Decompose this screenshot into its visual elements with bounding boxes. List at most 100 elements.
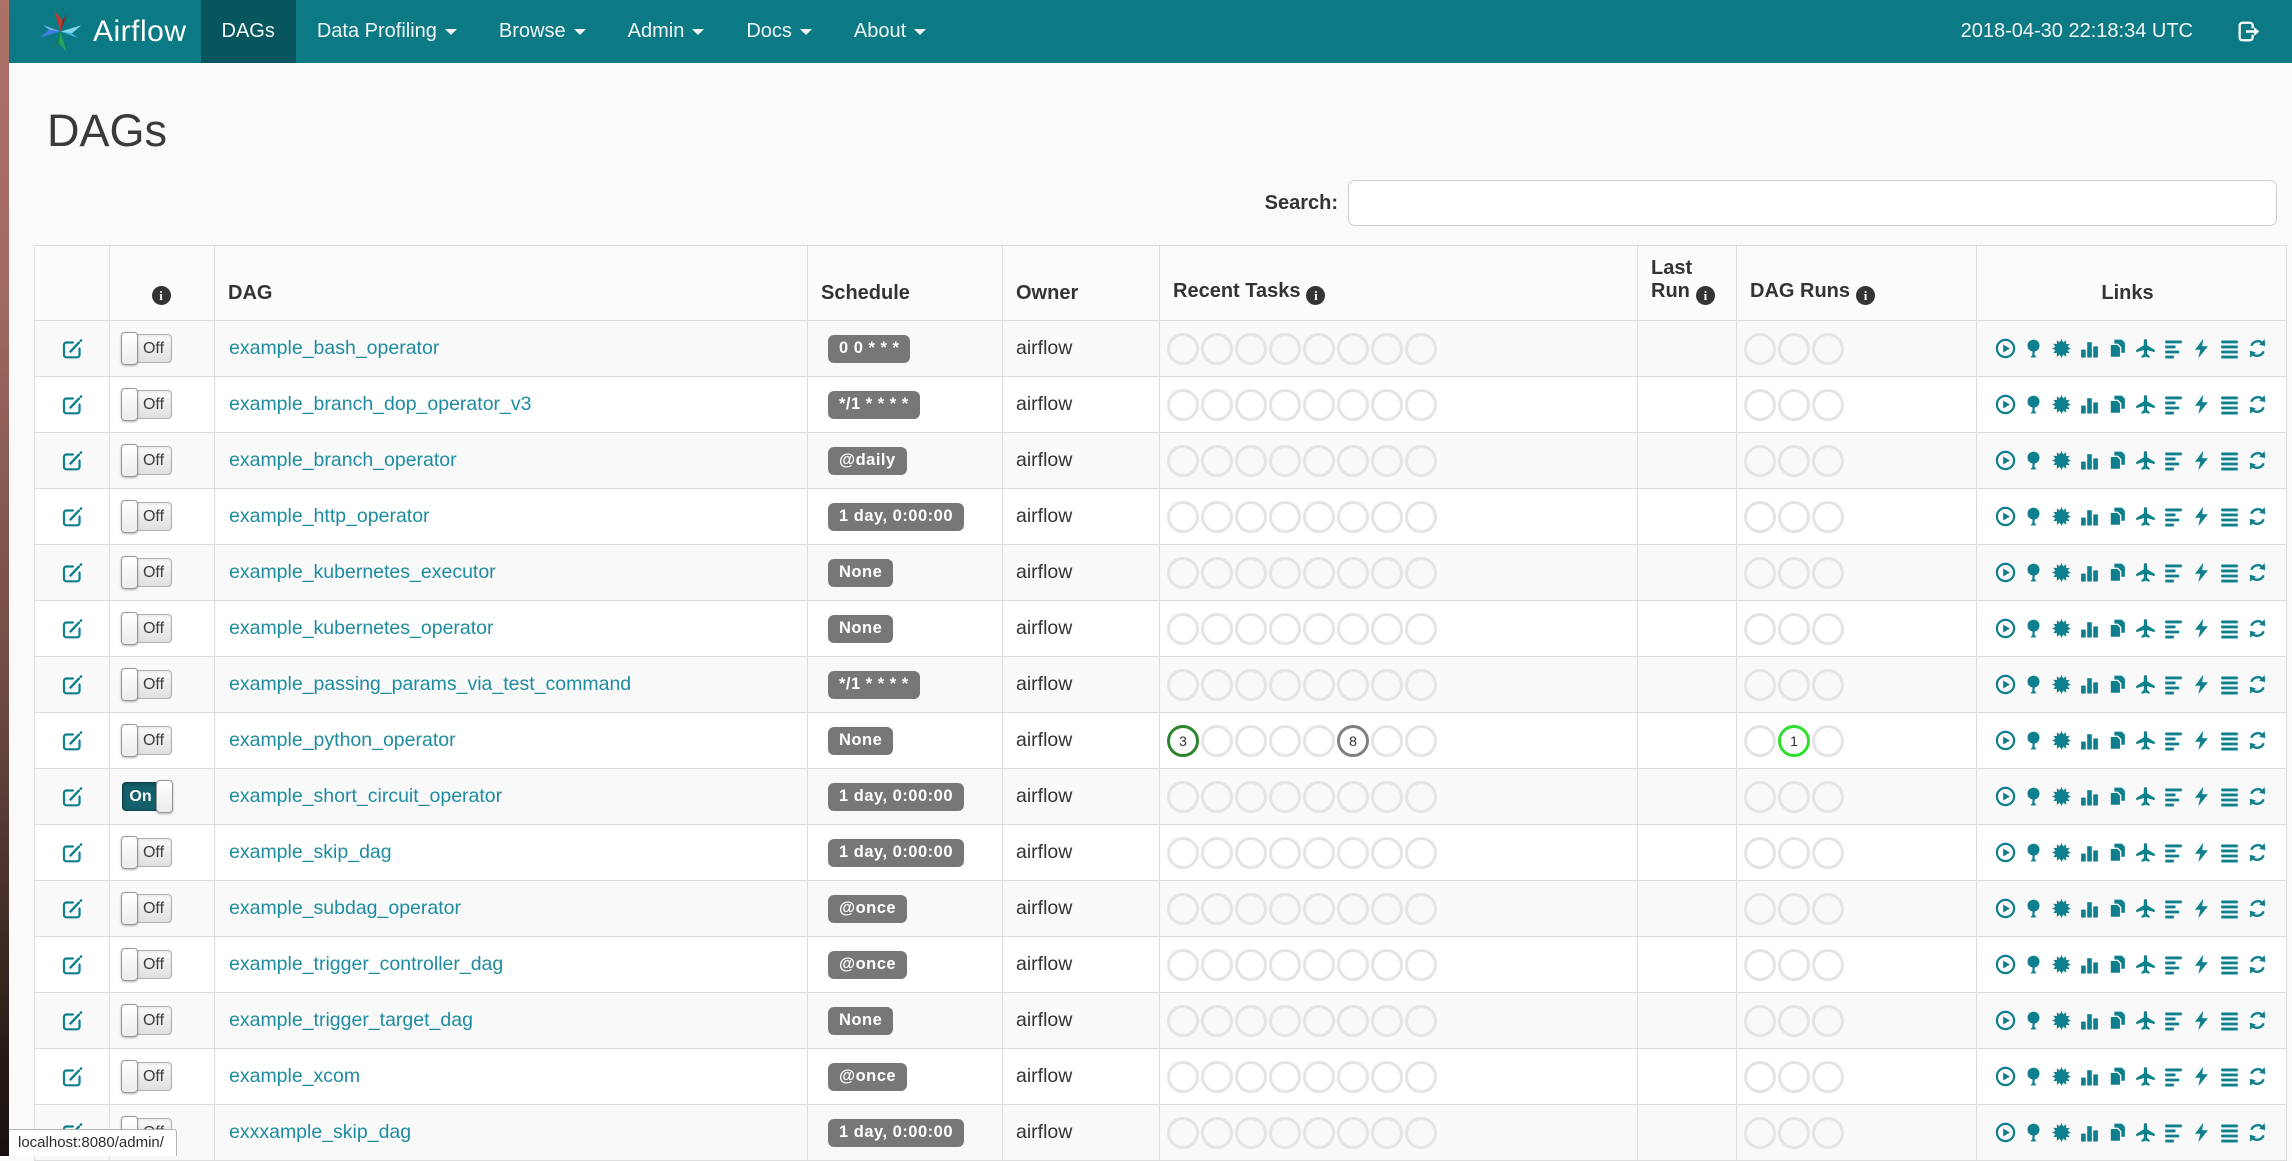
task-state-circle-empty[interactable] — [1235, 836, 1267, 869]
nav-item-data-profiling[interactable]: Data Profiling — [296, 0, 478, 63]
tree-view-icon[interactable] — [2023, 1122, 2044, 1143]
dag-pause-toggle[interactable]: Off — [121, 1060, 172, 1093]
refresh-icon[interactable] — [2247, 338, 2268, 359]
graph-view-icon[interactable] — [2051, 1066, 2072, 1087]
refresh-icon[interactable] — [2247, 618, 2268, 639]
edit-dag-icon[interactable] — [61, 730, 83, 750]
task-state-circle-empty[interactable] — [1303, 556, 1335, 589]
graph-view-icon[interactable] — [2051, 898, 2072, 919]
task-state-circle-empty[interactable] — [1337, 1004, 1369, 1037]
graph-view-icon[interactable] — [2051, 954, 2072, 975]
dag-pause-toggle[interactable]: Off — [121, 892, 172, 925]
tree-view-icon[interactable] — [2023, 562, 2044, 583]
task-state-circle-empty[interactable] — [1371, 668, 1403, 701]
task-duration-icon[interactable] — [2079, 1066, 2100, 1087]
task-state-circle-empty[interactable] — [1812, 556, 1844, 589]
dag-link[interactable]: example_branch_operator — [215, 449, 457, 472]
task-state-circle-empty[interactable] — [1812, 780, 1844, 813]
task-state-circle-empty[interactable] — [1235, 724, 1267, 757]
landing-times-icon[interactable] — [2135, 506, 2156, 527]
task-state-circle-empty[interactable] — [1167, 1116, 1199, 1149]
task-duration-icon[interactable] — [2079, 562, 2100, 583]
task-state-circle-empty[interactable] — [1269, 892, 1301, 925]
task-state-circle-empty[interactable] — [1371, 612, 1403, 645]
code-view-icon[interactable] — [2191, 1010, 2212, 1031]
dag-link[interactable]: example_http_operator — [215, 505, 430, 528]
edit-dag-icon[interactable] — [61, 786, 83, 806]
refresh-icon[interactable] — [2247, 506, 2268, 527]
trigger-dag-icon[interactable] — [1995, 898, 2016, 919]
gantt-view-icon[interactable] — [2163, 1122, 2184, 1143]
task-tries-icon[interactable] — [2107, 450, 2128, 471]
graph-view-icon[interactable] — [2051, 842, 2072, 863]
task-state-circle-empty[interactable] — [1269, 668, 1301, 701]
dag-link[interactable]: example_bash_operator — [215, 337, 439, 360]
edit-dag-icon[interactable] — [61, 562, 83, 582]
landing-times-icon[interactable] — [2135, 338, 2156, 359]
task-state-circle-empty[interactable] — [1744, 836, 1776, 869]
task-state-circle-empty[interactable] — [1812, 612, 1844, 645]
tree-view-icon[interactable] — [2023, 1010, 2044, 1031]
dag-link[interactable]: example_passing_params_via_test_command — [215, 673, 631, 696]
code-view-icon[interactable] — [2191, 1122, 2212, 1143]
graph-view-icon[interactable] — [2051, 674, 2072, 695]
task-state-circle-success[interactable]: 3 — [1167, 724, 1199, 757]
task-duration-icon[interactable] — [2079, 674, 2100, 695]
task-state-circle-empty[interactable] — [1337, 892, 1369, 925]
task-state-circle-empty[interactable] — [1303, 444, 1335, 477]
task-state-circle-empty[interactable] — [1405, 1060, 1437, 1093]
task-state-circle-empty[interactable] — [1337, 500, 1369, 533]
tree-view-icon[interactable] — [2023, 674, 2044, 695]
task-state-circle-empty[interactable] — [1303, 1116, 1335, 1149]
task-state-circle-empty[interactable] — [1778, 668, 1810, 701]
graph-view-icon[interactable] — [2051, 786, 2072, 807]
dag-link[interactable]: example_python_operator — [215, 729, 456, 752]
trigger-dag-icon[interactable] — [1995, 1066, 2016, 1087]
task-tries-icon[interactable] — [2107, 674, 2128, 695]
logs-icon[interactable] — [2219, 1010, 2240, 1031]
task-state-circle-empty[interactable] — [1235, 332, 1267, 365]
task-state-circle-empty[interactable] — [1812, 892, 1844, 925]
refresh-icon[interactable] — [2247, 898, 2268, 919]
refresh-icon[interactable] — [2247, 786, 2268, 807]
task-state-circle-empty[interactable] — [1405, 1116, 1437, 1149]
task-state-circle-empty[interactable] — [1337, 388, 1369, 421]
dag-link[interactable]: example_trigger_controller_dag — [215, 953, 503, 976]
task-state-circle-empty[interactable] — [1405, 556, 1437, 589]
task-state-circle-empty[interactable] — [1167, 780, 1199, 813]
task-state-circle-empty[interactable] — [1405, 1004, 1437, 1037]
gantt-view-icon[interactable] — [2163, 618, 2184, 639]
task-state-circle-empty[interactable] — [1371, 1060, 1403, 1093]
task-state-circle-empty[interactable] — [1303, 836, 1335, 869]
task-state-circle-empty[interactable] — [1235, 1004, 1267, 1037]
edit-dag-icon[interactable] — [61, 842, 83, 862]
task-state-circle-empty[interactable] — [1812, 724, 1844, 757]
code-view-icon[interactable] — [2191, 842, 2212, 863]
logs-icon[interactable] — [2219, 506, 2240, 527]
task-state-circle-empty[interactable] — [1371, 892, 1403, 925]
dag-pause-toggle[interactable]: Off — [121, 836, 172, 869]
logs-icon[interactable] — [2219, 674, 2240, 695]
landing-times-icon[interactable] — [2135, 954, 2156, 975]
task-state-circle-empty[interactable] — [1269, 444, 1301, 477]
task-state-circle-empty[interactable] — [1201, 612, 1233, 645]
task-tries-icon[interactable] — [2107, 786, 2128, 807]
code-view-icon[interactable] — [2191, 338, 2212, 359]
task-duration-icon[interactable] — [2079, 506, 2100, 527]
task-duration-icon[interactable] — [2079, 1122, 2100, 1143]
task-state-circle-empty[interactable] — [1303, 612, 1335, 645]
task-state-circle-empty[interactable] — [1744, 1116, 1776, 1149]
dag-pause-toggle[interactable]: Off — [121, 948, 172, 981]
trigger-dag-icon[interactable] — [1995, 394, 2016, 415]
task-duration-icon[interactable] — [2079, 786, 2100, 807]
task-state-circle-empty[interactable] — [1371, 332, 1403, 365]
task-state-circle-empty[interactable] — [1303, 780, 1335, 813]
task-duration-icon[interactable] — [2079, 898, 2100, 919]
logs-icon[interactable] — [2219, 338, 2240, 359]
graph-view-icon[interactable] — [2051, 506, 2072, 527]
task-state-circle-empty[interactable] — [1744, 948, 1776, 981]
task-state-circle-empty[interactable] — [1303, 1004, 1335, 1037]
task-state-circle-empty[interactable] — [1337, 612, 1369, 645]
task-state-circle-empty[interactable] — [1167, 1060, 1199, 1093]
dag-pause-toggle[interactable]: Off — [121, 332, 172, 365]
